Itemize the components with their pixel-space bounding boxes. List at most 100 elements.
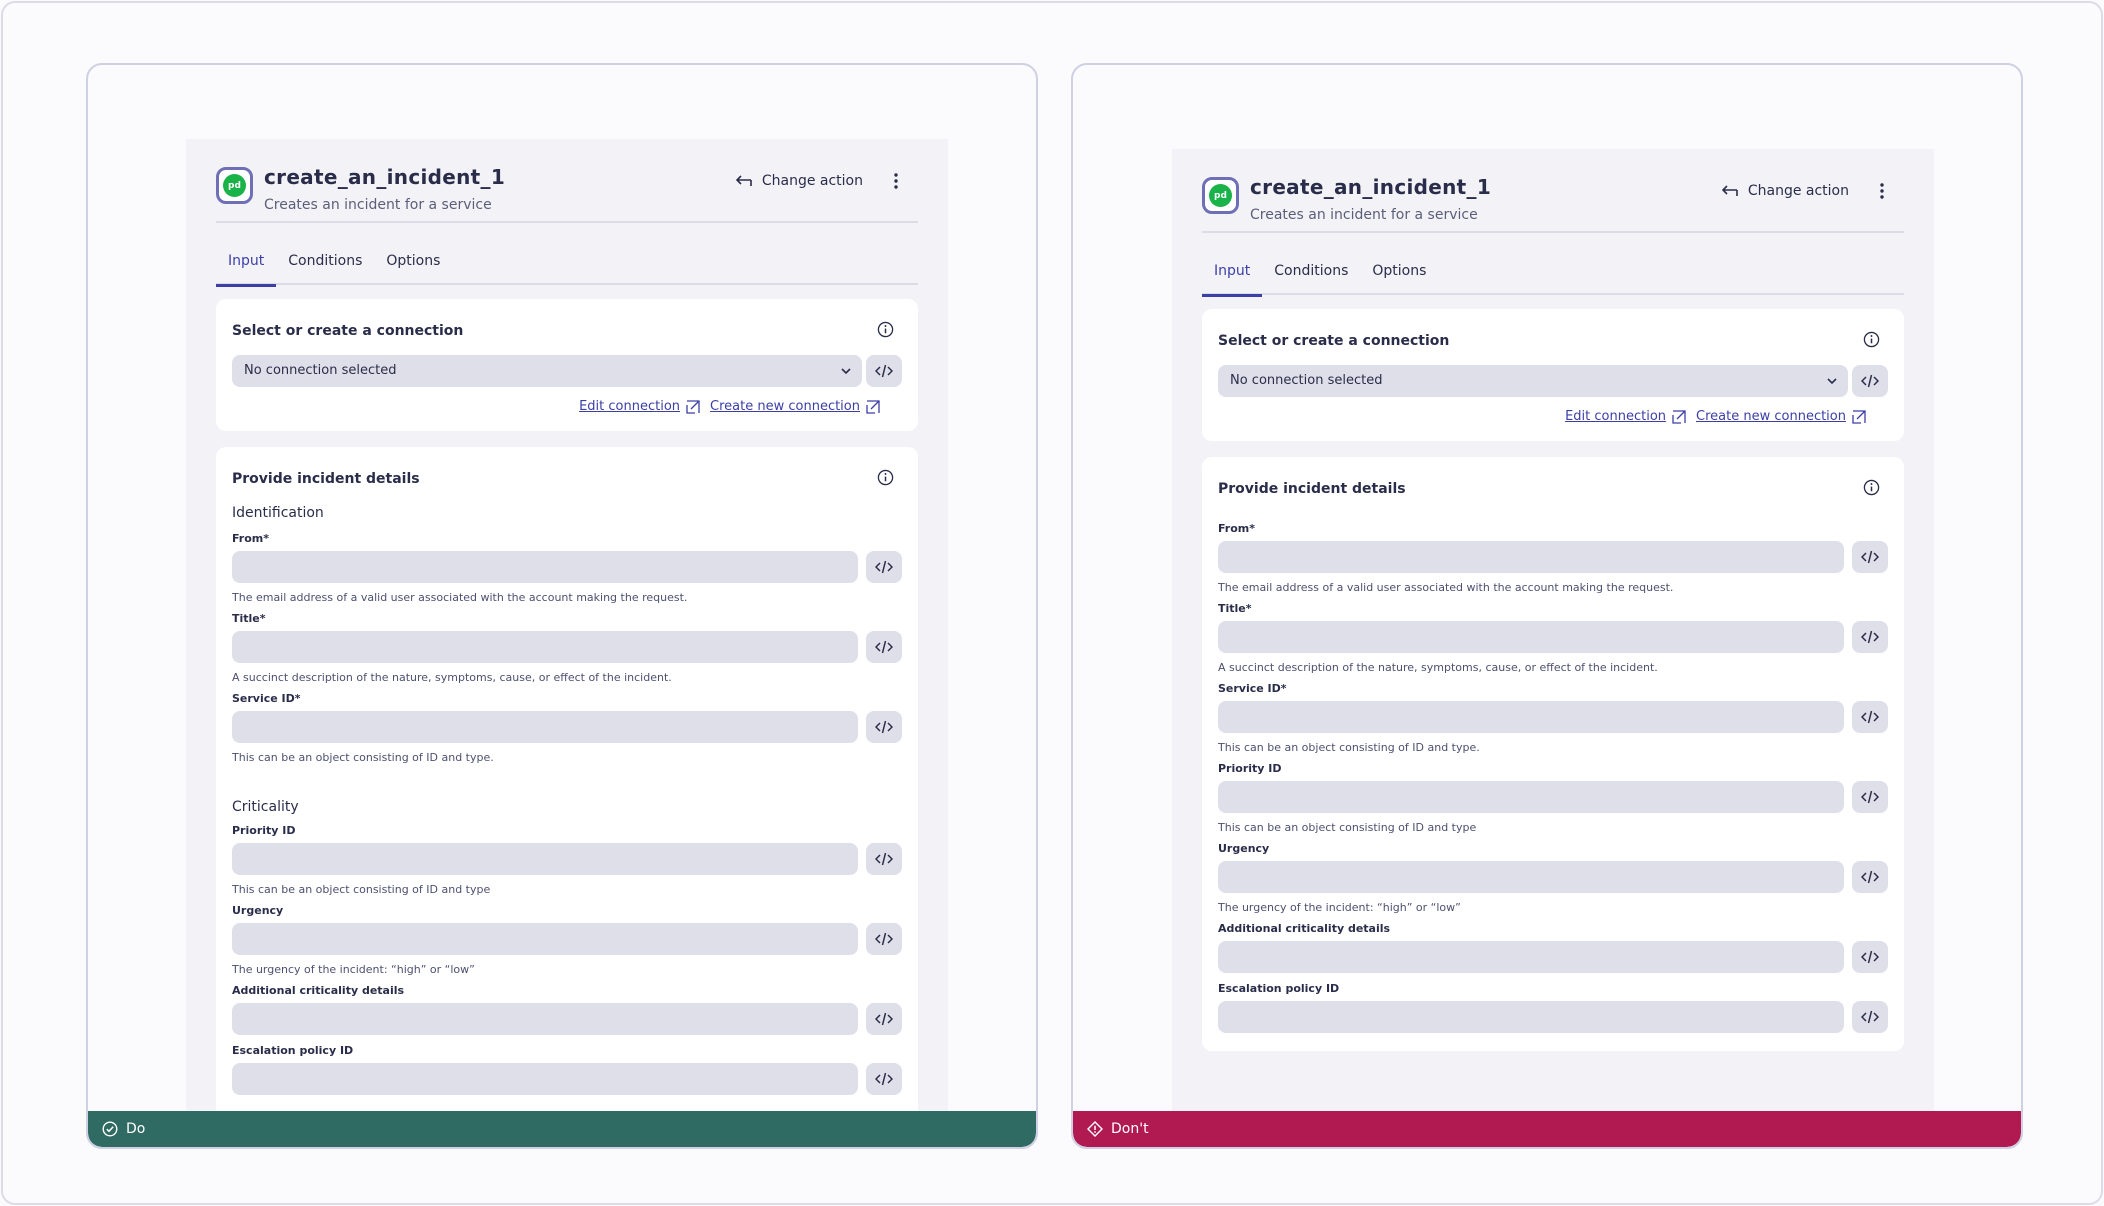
edit-connection-link[interactable]: Edit connection <box>1565 409 1686 424</box>
code-icon <box>1861 790 1879 804</box>
service-id-code-button[interactable] <box>1852 701 1888 733</box>
code-icon <box>1861 950 1879 964</box>
from-help: The email address of a valid user associ… <box>1218 581 1674 594</box>
additional-criticality-input[interactable] <box>1218 941 1844 973</box>
connection-card-title: Select or create a connection <box>1218 333 1450 349</box>
escalation-policy-label: Escalation policy ID <box>232 1044 354 1057</box>
connection-card: Select or create a connection No connect… <box>216 299 918 431</box>
pagerduty-logo: pd <box>216 167 253 204</box>
from-input[interactable] <box>1218 541 1844 573</box>
incident-details-card: Provide incident details From* The email… <box>1202 457 1904 1051</box>
action-header: pd create_an_incident_1 Creates an incid… <box>1202 175 1904 231</box>
additional-criticality-code-button[interactable] <box>1852 941 1888 973</box>
from-label: From* <box>232 532 270 545</box>
title-input[interactable] <box>232 631 858 663</box>
priority-id-code-button[interactable] <box>1852 781 1888 813</box>
create-new-connection-link[interactable]: Create new connection <box>1696 409 1866 424</box>
edit-connection-link[interactable]: Edit connection <box>579 399 700 414</box>
info-icon[interactable] <box>877 469 894 486</box>
code-icon <box>875 852 893 866</box>
urgency-help: The urgency of the incident: “high” or “… <box>232 963 475 976</box>
service-id-label: Service ID* <box>232 692 301 705</box>
service-id-help: This can be an object consisting of ID a… <box>1218 741 1480 754</box>
escalation-policy-code-button[interactable] <box>866 1063 902 1095</box>
escalation-policy-input[interactable] <box>1218 1001 1844 1033</box>
code-icon <box>875 560 893 574</box>
service-id-label: Service ID* <box>1218 682 1287 695</box>
additional-criticality-label: Additional criticality details <box>232 984 405 997</box>
code-icon <box>1861 550 1879 564</box>
urgency-input[interactable] <box>1218 861 1844 893</box>
pagerduty-logo: pd <box>1202 177 1239 214</box>
priority-id-help: This can be an object consisting of ID a… <box>232 883 491 896</box>
escalation-policy-label: Escalation policy ID <box>1218 982 1340 995</box>
action-panel: pd create_an_incident_1 Creates an incid… <box>1172 149 1934 1147</box>
from-code-button[interactable] <box>1852 541 1888 573</box>
connection-select[interactable]: No connection selected <box>232 355 862 387</box>
service-id-input[interactable] <box>232 711 858 743</box>
action-header: pd create_an_incident_1 Creates an incid… <box>216 165 918 221</box>
chevron-down-icon <box>841 368 851 375</box>
do-example: pd create_an_incident_1 Creates an incid… <box>86 63 1038 1149</box>
priority-id-help: This can be an object consisting of ID a… <box>1218 821 1477 834</box>
external-link-icon <box>1672 409 1686 424</box>
tab-input[interactable]: Input <box>1202 261 1263 297</box>
service-id-help: This can be an object consisting of ID a… <box>232 751 494 764</box>
warning-diamond-icon <box>1087 1121 1103 1137</box>
external-link-icon <box>866 399 880 414</box>
urgency-label: Urgency <box>232 904 284 917</box>
urgency-label: Urgency <box>1218 842 1270 855</box>
title-help: A succinct description of the nature, sy… <box>232 671 672 684</box>
tab-input[interactable]: Input <box>216 251 277 287</box>
group-identification: Identification <box>232 505 324 521</box>
header-divider <box>1202 231 1904 233</box>
title-input[interactable] <box>1218 621 1844 653</box>
tab-options[interactable]: Options <box>1360 261 1438 295</box>
priority-id-label: Priority ID <box>1218 762 1282 775</box>
title-code-button[interactable] <box>1852 621 1888 653</box>
more-options-icon[interactable] <box>886 167 906 195</box>
info-icon[interactable] <box>1863 479 1880 496</box>
tab-bar: Input Conditions Options <box>216 251 918 287</box>
priority-id-code-button[interactable] <box>866 843 902 875</box>
external-link-icon <box>1852 409 1866 424</box>
service-id-code-button[interactable] <box>866 711 902 743</box>
tab-options[interactable]: Options <box>374 251 452 285</box>
additional-criticality-input[interactable] <box>232 1003 858 1035</box>
code-icon <box>1861 710 1879 724</box>
from-help: The email address of a valid user associ… <box>232 591 688 604</box>
change-action-button[interactable]: Change action <box>1721 177 1849 205</box>
from-input[interactable] <box>232 551 858 583</box>
urgency-code-button[interactable] <box>1852 861 1888 893</box>
priority-id-input[interactable] <box>232 843 858 875</box>
escalation-policy-input[interactable] <box>232 1063 858 1095</box>
title-label: Title* <box>1218 602 1252 615</box>
tab-conditions[interactable]: Conditions <box>1262 261 1360 295</box>
code-icon <box>1861 870 1879 884</box>
info-icon[interactable] <box>877 321 894 338</box>
group-criticality: Criticality <box>232 799 299 815</box>
page-frame: pd create_an_incident_1 Creates an incid… <box>1 1 2103 1205</box>
connection-select[interactable]: No connection selected <box>1218 365 1848 397</box>
info-icon[interactable] <box>1863 331 1880 348</box>
tab-conditions[interactable]: Conditions <box>276 251 374 285</box>
priority-id-input[interactable] <box>1218 781 1844 813</box>
additional-criticality-code-button[interactable] <box>866 1003 902 1035</box>
code-toggle-button[interactable] <box>1852 365 1888 397</box>
dont-banner: Don't <box>1073 1111 2021 1147</box>
create-new-connection-link[interactable]: Create new connection <box>710 399 880 414</box>
swap-arrow-icon <box>1721 185 1738 196</box>
urgency-code-button[interactable] <box>866 923 902 955</box>
code-icon <box>1861 1010 1879 1024</box>
service-id-input[interactable] <box>1218 701 1844 733</box>
urgency-input[interactable] <box>232 923 858 955</box>
title-code-button[interactable] <box>866 631 902 663</box>
from-code-button[interactable] <box>866 551 902 583</box>
escalation-policy-code-button[interactable] <box>1852 1001 1888 1033</box>
change-action-button[interactable]: Change action <box>735 167 863 195</box>
code-toggle-button[interactable] <box>866 355 902 387</box>
code-icon <box>875 720 893 734</box>
chevron-down-icon <box>1827 378 1837 385</box>
additional-criticality-label: Additional criticality details <box>1218 922 1391 935</box>
more-options-icon[interactable] <box>1872 177 1892 205</box>
